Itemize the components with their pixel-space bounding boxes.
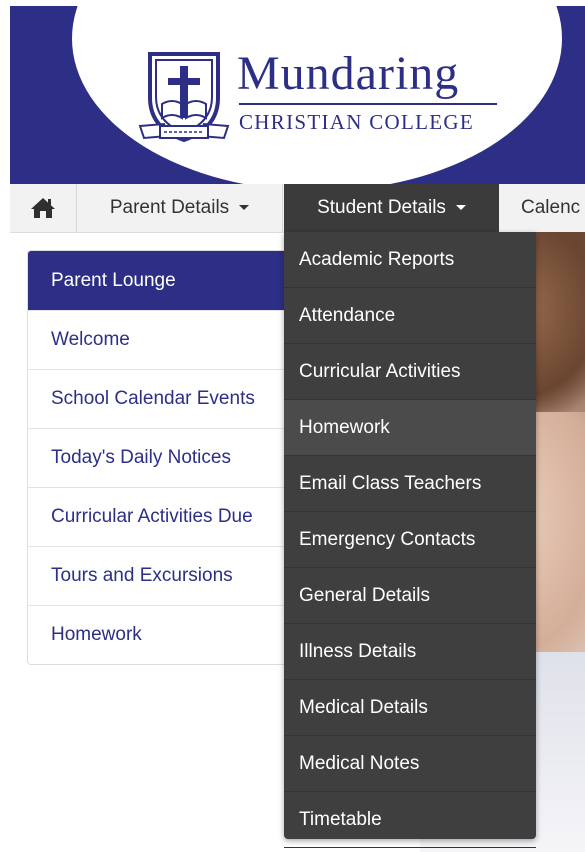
crest-icon: [138, 52, 230, 143]
nav-home-button[interactable]: [10, 184, 77, 232]
menu-item-medical-notes[interactable]: Medical Notes: [284, 736, 536, 792]
menu-item-curricular-activities[interactable]: Curricular Activities: [284, 344, 536, 400]
menu-item-emergency-contacts[interactable]: Emergency Contacts: [284, 512, 536, 568]
nav-student-details-label: Student Details: [317, 197, 446, 218]
chevron-down-icon: [239, 205, 250, 211]
college-logo[interactable]: Mundaring CHRISTIAN COLLEGE: [132, 46, 502, 146]
site-header: Mundaring CHRISTIAN COLLEGE: [10, 6, 585, 184]
menu-item-timetable[interactable]: Timetable: [284, 792, 536, 848]
menu-item-email-class-teachers[interactable]: Email Class Teachers: [284, 456, 536, 512]
nav-parent-details[interactable]: Parent Details: [77, 184, 283, 232]
menu-item-homework[interactable]: Homework: [284, 400, 536, 456]
menu-item-attendance[interactable]: Attendance: [284, 288, 536, 344]
nav-parent-details-label: Parent Details: [109, 197, 230, 218]
student-details-dropdown: Academic Reports Attendance Curricular A…: [284, 232, 536, 848]
brand-divider: [239, 103, 497, 105]
nav-calendar[interactable]: Calenc: [507, 184, 585, 232]
menu-item-academic-reports[interactable]: Academic Reports: [284, 232, 536, 288]
home-icon: [31, 198, 55, 218]
brand-subtitle: CHRISTIAN COLLEGE: [239, 110, 475, 134]
nav-calendar-label: Calenc: [521, 197, 581, 218]
menu-item-medical-details[interactable]: Medical Details: [284, 680, 536, 736]
chevron-down-icon: [455, 205, 466, 211]
brand-name: Mundaring: [237, 47, 460, 100]
main-nav: Parent Details Student Details Calenc: [10, 184, 585, 233]
menu-item-illness-details[interactable]: Illness Details: [284, 624, 536, 680]
nav-student-details[interactable]: Student Details: [284, 184, 499, 232]
menu-item-general-details[interactable]: General Details: [284, 568, 536, 624]
